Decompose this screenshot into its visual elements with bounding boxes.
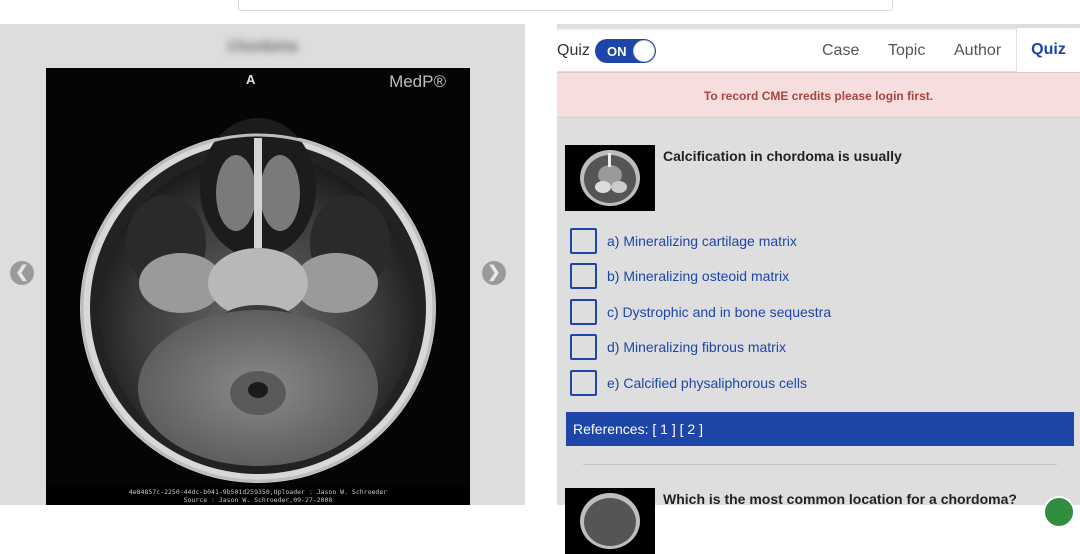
tab-topic[interactable]: Topic: [888, 42, 925, 60]
top-search-bar[interactable]: [238, 0, 893, 11]
toggle-knob: [633, 40, 655, 62]
toggle-state-text: ON: [607, 44, 627, 59]
caption-line-1: 4e84857c-2250-44dc-b041-9b501d259350,Upl…: [128, 488, 388, 496]
login-alert: To record CME credits please login first…: [557, 72, 1080, 118]
quiz-toggle-label: Quiz: [557, 42, 590, 59]
question-text: Calcification in chordoma is usually: [663, 148, 902, 164]
references-label: References:: [573, 421, 649, 437]
mri-axial-brain-graphic: [80, 118, 436, 483]
reference-link-1[interactable]: [ 1 ]: [652, 421, 675, 437]
option-checkbox[interactable]: [570, 263, 597, 289]
reference-link-2[interactable]: [ 2 ]: [680, 421, 703, 437]
option-checkbox[interactable]: [570, 228, 597, 254]
references-bar: References: [ 1 ] [ 2 ]: [566, 412, 1074, 446]
quiz-toggle-switch[interactable]: ON: [595, 39, 656, 63]
help-badge-icon[interactable]: [1043, 496, 1075, 528]
option-label[interactable]: d) Mineralizing fibrous matrix: [607, 339, 786, 355]
option-checkbox[interactable]: [570, 334, 597, 360]
prev-image-icon[interactable]: ❮: [10, 261, 34, 285]
watermark-logo: MedP®: [389, 72, 446, 91]
tab-author[interactable]: Author: [954, 42, 1001, 60]
question-thumbnail: [565, 145, 655, 211]
option-label[interactable]: c) Dystrophic and in bone sequestra: [607, 304, 831, 320]
option-checkbox[interactable]: [570, 370, 597, 396]
tab-bar: Quiz ON Case Topic Author Quiz: [557, 28, 1080, 73]
image-viewer: Chordoma A MedP® 4e84857c-2250-44dc-b041…: [0, 24, 525, 505]
question-thumbnail-2: [565, 488, 655, 554]
image-caption: 4e84857c-2250-44dc-b041-9b501d259350,Upl…: [46, 487, 470, 505]
option-checkbox[interactable]: [570, 299, 597, 325]
next-image-icon[interactable]: ❯: [482, 261, 506, 285]
mri-image[interactable]: A MedP® 4e84857c-2250-44dc-b041-9b501d25…: [46, 68, 470, 505]
option-label[interactable]: a) Mineralizing cartilage matrix: [607, 233, 797, 249]
question-divider: [583, 464, 1057, 465]
viewer-title: Chordoma: [227, 38, 298, 55]
tab-quiz[interactable]: Quiz: [1016, 28, 1080, 73]
caption-line-2: Source : Jason W. Schroeder,09-27-2008: [183, 496, 333, 504]
option-label[interactable]: e) Calcified physaliphorous cells: [607, 375, 807, 391]
quiz-panel: Quiz ON Case Topic Author Quiz To record…: [557, 24, 1080, 554]
orientation-label: A: [246, 72, 256, 87]
option-label[interactable]: b) Mineralizing osteoid matrix: [607, 268, 789, 284]
tab-case[interactable]: Case: [822, 42, 859, 60]
